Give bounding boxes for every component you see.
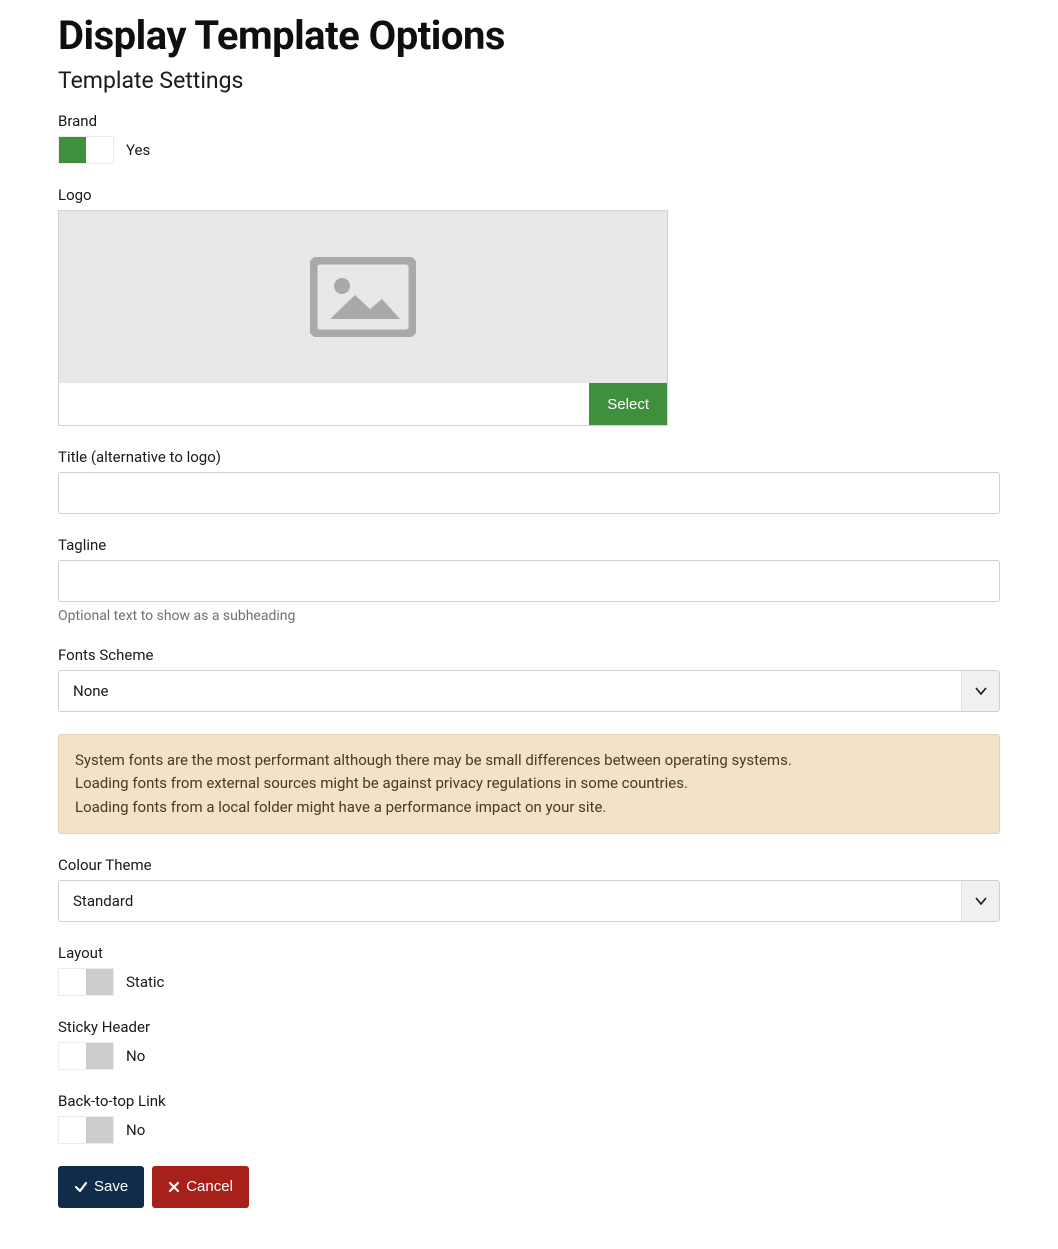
close-icon: [168, 1181, 180, 1193]
save-button-label: Save: [94, 1178, 128, 1195]
field-logo: Logo Select: [58, 186, 1000, 426]
backtotop-label: Back-to-top Link: [58, 1092, 1000, 1110]
backtotop-toggle[interactable]: [58, 1116, 114, 1144]
field-title: Title (alternative to logo): [58, 448, 1000, 514]
fonts-value: None: [59, 671, 961, 711]
sticky-toggle[interactable]: [58, 1042, 114, 1070]
fonts-label: Fonts Scheme: [58, 646, 1000, 664]
fonts-alert-line2: Loading fonts from external sources migh…: [75, 772, 983, 795]
logo-select-button[interactable]: Select: [589, 383, 667, 425]
logo-preview: [59, 211, 667, 383]
tagline-help: Optional text to show as a subheading: [58, 608, 1000, 624]
colour-select[interactable]: Standard: [58, 880, 1000, 922]
save-button[interactable]: Save: [58, 1166, 144, 1208]
logo-input[interactable]: [59, 383, 589, 425]
sticky-label: Sticky Header: [58, 1018, 1000, 1036]
tagline-input[interactable]: [58, 560, 1000, 602]
field-brand: Brand Yes: [58, 112, 1000, 164]
action-row: Save Cancel: [58, 1166, 1000, 1208]
sticky-state: No: [126, 1047, 145, 1065]
chevron-down-icon: [961, 671, 999, 711]
field-fonts: Fonts Scheme None: [58, 646, 1000, 712]
brand-toggle[interactable]: [58, 136, 114, 164]
field-layout: Layout Static: [58, 944, 1000, 996]
layout-toggle[interactable]: [58, 968, 114, 996]
fonts-alert-line3: Loading fonts from a local folder might …: [75, 796, 983, 819]
image-placeholder-icon: [310, 257, 416, 337]
page-title: Display Template Options: [58, 12, 1000, 59]
cancel-button[interactable]: Cancel: [152, 1166, 249, 1208]
fonts-alert-line1: System fonts are the most performant alt…: [75, 749, 983, 772]
field-tagline: Tagline Optional text to show as a subhe…: [58, 536, 1000, 624]
brand-state: Yes: [126, 141, 150, 159]
logo-label: Logo: [58, 186, 1000, 204]
logo-box: Select: [58, 210, 668, 426]
cancel-button-label: Cancel: [186, 1178, 233, 1195]
fonts-select[interactable]: None: [58, 670, 1000, 712]
layout-state: Static: [126, 973, 164, 991]
check-icon: [74, 1180, 88, 1194]
chevron-down-icon: [961, 881, 999, 921]
field-backtotop: Back-to-top Link No: [58, 1092, 1000, 1144]
field-sticky: Sticky Header No: [58, 1018, 1000, 1070]
fonts-alert: System fonts are the most performant alt…: [58, 734, 1000, 834]
colour-value: Standard: [59, 881, 961, 921]
backtotop-state: No: [126, 1121, 145, 1139]
colour-label: Colour Theme: [58, 856, 1000, 874]
layout-label: Layout: [58, 944, 1000, 962]
title-input[interactable]: [58, 472, 1000, 514]
tagline-label: Tagline: [58, 536, 1000, 554]
title-label: Title (alternative to logo): [58, 448, 1000, 466]
field-colour: Colour Theme Standard: [58, 856, 1000, 922]
page-subtitle: Template Settings: [58, 67, 1000, 94]
brand-label: Brand: [58, 112, 1000, 130]
